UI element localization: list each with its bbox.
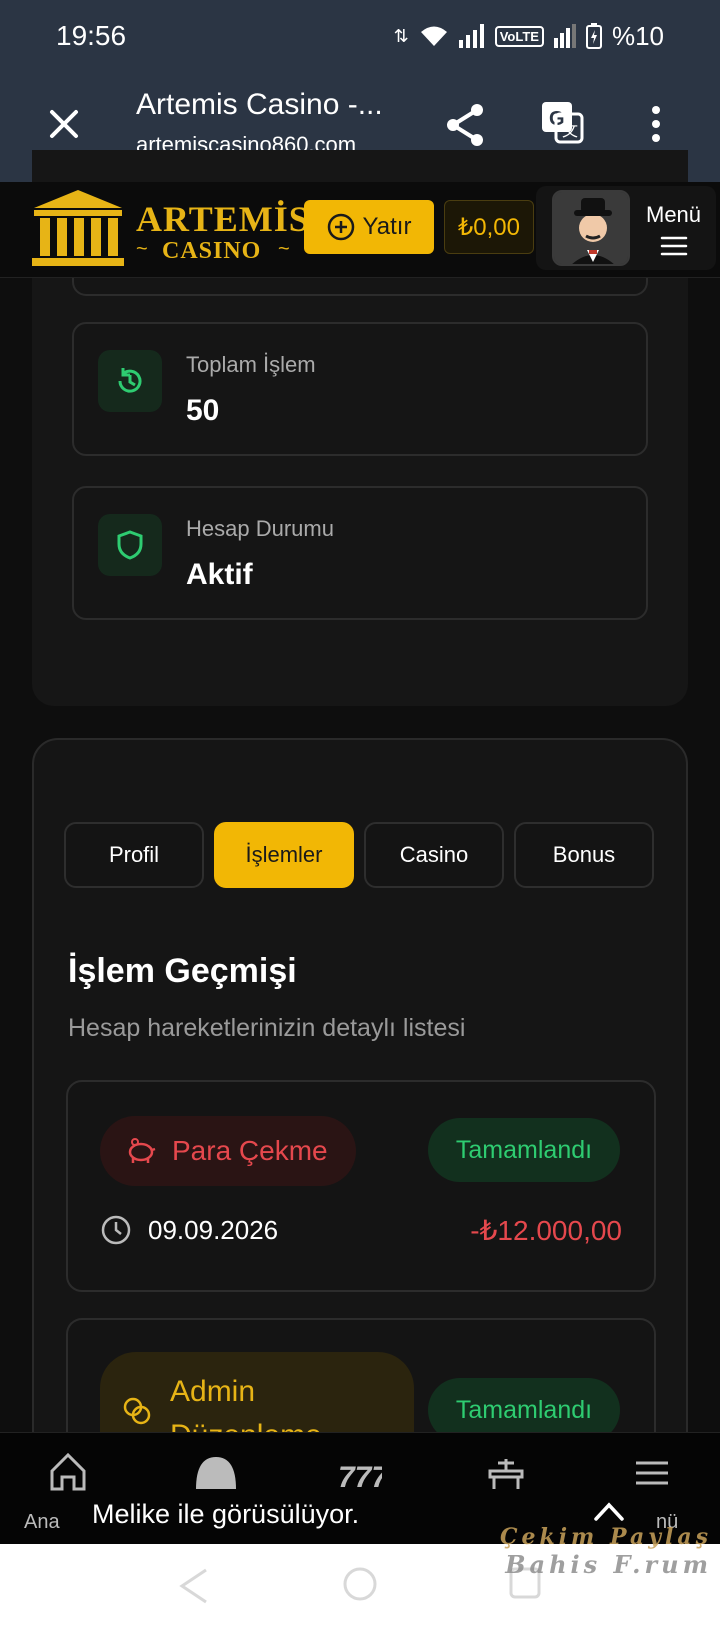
user-avatar-icon: [554, 192, 628, 264]
transaction-amount: -₺12.000,00: [470, 1215, 622, 1246]
balance-display[interactable]: ₺0,00: [444, 200, 534, 254]
transaction-date-row: 09.09.2026: [100, 1214, 278, 1246]
data-arrows-icon: ⇅: [393, 25, 409, 46]
page: 19:56 ⇅ VoLTE %10 Artemis Casino -... ar…: [0, 0, 720, 1640]
transaction-date: 09.09.2026: [148, 1214, 279, 1245]
section-title: İşlem Geçmişi: [68, 952, 297, 990]
svg-text:文: 文: [562, 122, 578, 140]
transaction-type-badge: Para Çekme: [100, 1116, 356, 1186]
casino-nav-icon[interactable]: [194, 1451, 238, 1491]
tab-islemler[interactable]: İşlemler: [214, 822, 354, 888]
menu-label: Menü: [646, 202, 702, 227]
browser-title: Artemis Casino -...: [136, 88, 383, 121]
wifi-icon: [420, 26, 447, 46]
back-icon[interactable]: [178, 1566, 208, 1606]
status-bar: 19:56 ⇅ VoLTE %10: [0, 0, 720, 72]
coins-icon: [123, 1397, 151, 1425]
status-icons: ⇅ VoLTE %10: [394, 21, 664, 52]
logo-title: ARTEMİS: [136, 199, 310, 239]
stat-account-status: Hesap Durumu Aktif: [72, 486, 648, 620]
close-icon[interactable]: [44, 104, 84, 144]
stat-total-transactions: Toplam İşlem 50: [72, 322, 648, 456]
home-icon[interactable]: [48, 1451, 88, 1491]
status-time: 19:56: [56, 20, 127, 51]
translate-icon[interactable]: G文: [540, 100, 584, 144]
logo-ornament-icon: ~: [136, 238, 148, 260]
volte-badge: VoLTE: [494, 25, 544, 47]
clock-icon: [101, 1215, 131, 1245]
tab-bonus[interactable]: Bonus: [514, 822, 654, 888]
transaction-type-label: Para Çekme: [172, 1135, 328, 1166]
casino-logo[interactable]: ARTEMİS ~ CASINO ~: [30, 186, 309, 272]
transactions-card: Profil İşlemler Casino Bonus İşlem Geçmi…: [32, 738, 688, 1498]
logo-subtitle: CASINO: [162, 238, 262, 264]
watermark-line1: Çekim Paylaş: [499, 1524, 712, 1550]
stat-label: Hesap Durumu: [186, 516, 334, 541]
status-badge: Tamamlandı: [428, 1118, 620, 1182]
toast-text: Melike ile görüsülüyor.: [92, 1499, 360, 1529]
svg-text:777: 777: [338, 1461, 382, 1491]
battery-percent: %10: [611, 20, 664, 51]
slots-777-icon[interactable]: 777: [338, 1451, 382, 1491]
logo-ornament-icon: ~: [278, 238, 290, 260]
plus-circle-icon: [327, 213, 354, 241]
menu-nav-icon[interactable]: [632, 1451, 672, 1491]
history-icon: [98, 350, 162, 412]
temple-icon: [32, 190, 124, 266]
site-header: ARTEMİS ~ CASINO ~ Yatır ₺0,00 Menü: [0, 182, 720, 278]
deposit-button[interactable]: Yatır: [304, 200, 434, 254]
watermark-line2: Bahis F.rum: [505, 1550, 712, 1579]
shield-icon: [98, 514, 162, 576]
stat-label: Toplam İşlem: [186, 352, 316, 377]
battery-icon: [585, 23, 602, 49]
tab-casino[interactable]: Casino: [364, 822, 504, 888]
section-subtitle: Hesap hareketlerinizin detaylı listesi: [68, 1014, 466, 1042]
home-circle-icon[interactable]: [342, 1566, 378, 1602]
avatar[interactable]: [552, 190, 630, 266]
piggy-bank-icon: [128, 1138, 156, 1163]
user-menu[interactable]: Menü: [536, 186, 716, 270]
more-vert-icon[interactable]: [646, 104, 666, 144]
stat-value: Aktif: [186, 558, 253, 591]
tab-profil[interactable]: Profil: [64, 822, 204, 888]
table-games-icon[interactable]: [486, 1451, 526, 1491]
signal-icon: [458, 24, 484, 48]
stat-value: 50: [186, 394, 220, 427]
deposit-label: Yatır: [362, 213, 412, 240]
signal-icon-2: [553, 24, 576, 48]
transaction-item[interactable]: Para Çekme Tamamlandı 09.09.2026 -₺12.00…: [66, 1080, 656, 1292]
chevron-up-icon[interactable]: [592, 1499, 626, 1523]
watermark: Çekim Paylaş Bahis F.rum: [500, 1524, 712, 1579]
share-icon[interactable]: [444, 102, 486, 148]
hamburger-icon: [660, 236, 688, 256]
